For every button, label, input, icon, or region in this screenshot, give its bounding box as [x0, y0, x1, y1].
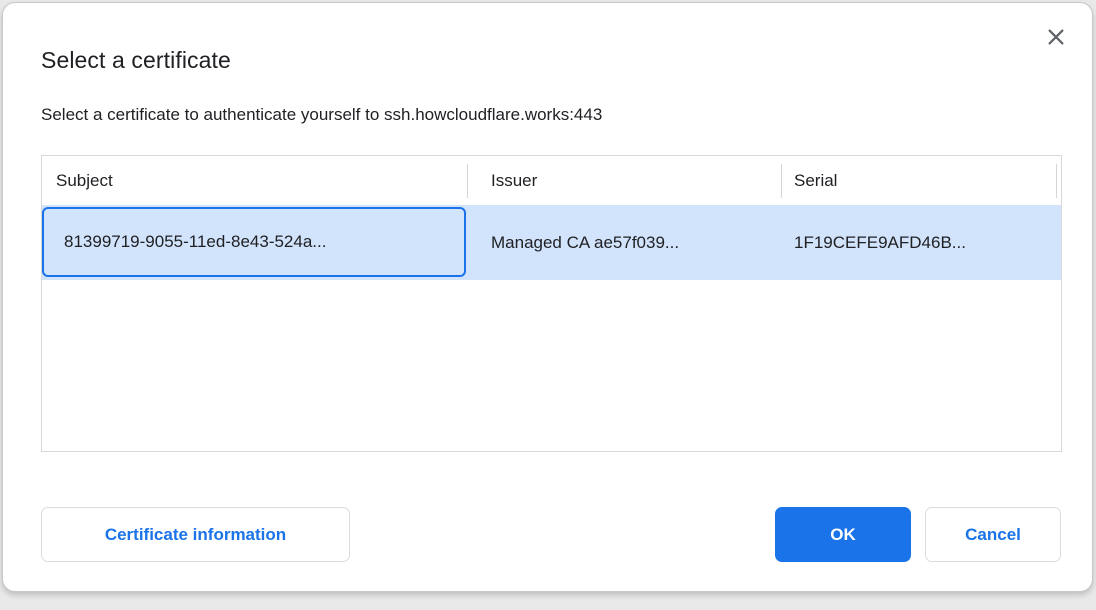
certificate-table: Subject Issuer Serial 81399719-9055-11ed… [41, 155, 1062, 452]
dialog-subtitle: Select a certificate to authenticate you… [41, 105, 602, 125]
table-header-row: Subject Issuer Serial [42, 156, 1061, 205]
column-header-subject: Subject [56, 156, 113, 205]
cell-issuer: Managed CA ae57f039... [491, 205, 679, 280]
close-icon [1045, 26, 1067, 48]
close-button[interactable] [1042, 23, 1070, 51]
cell-serial: 1F19CEFE9AFD46B... [794, 205, 966, 280]
certificate-information-button[interactable]: Certificate information [41, 507, 350, 562]
certificate-row-selected[interactable]: 81399719-9055-11ed-8e43-524a... Managed … [42, 205, 1061, 280]
column-divider [781, 164, 782, 198]
ok-button[interactable]: OK [775, 507, 911, 562]
dialog-title: Select a certificate [41, 47, 231, 74]
cell-subject[interactable]: 81399719-9055-11ed-8e43-524a... [42, 207, 466, 277]
certificate-select-dialog: Select a certificate Select a certificat… [2, 2, 1093, 592]
cancel-button[interactable]: Cancel [925, 507, 1061, 562]
column-divider [467, 164, 468, 198]
column-header-serial: Serial [794, 156, 837, 205]
column-divider [1056, 164, 1057, 198]
column-header-issuer: Issuer [491, 156, 537, 205]
